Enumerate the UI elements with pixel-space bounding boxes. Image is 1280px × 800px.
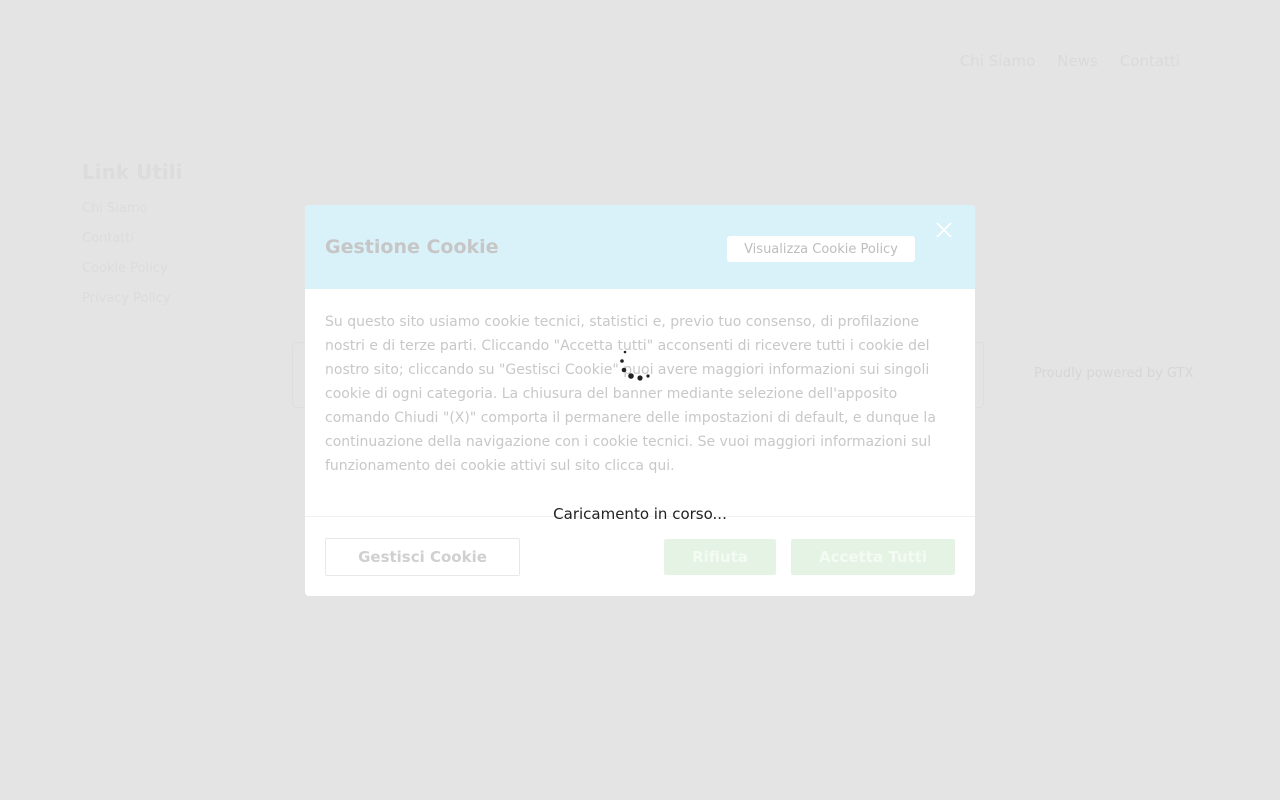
cookie-modal: Gestione Cookie Visualizza Cookie Policy…: [305, 205, 975, 596]
useful-link-contatti[interactable]: Contatti: [82, 224, 182, 254]
view-cookie-policy-button[interactable]: Visualizza Cookie Policy: [727, 236, 915, 262]
reject-button[interactable]: Rifiuta: [664, 539, 776, 575]
cookie-modal-header: Gestione Cookie Visualizza Cookie Policy: [305, 205, 975, 289]
powered-by-text: Proudly powered by GTX: [1034, 366, 1194, 381]
cookie-modal-footer: Gestisci Cookie Rifiuta Accetta Tutti: [305, 516, 975, 596]
nav-link-contatti[interactable]: Contatti: [1120, 52, 1180, 70]
accept-all-button[interactable]: Accetta Tutti: [791, 539, 955, 575]
top-nav: Chi Siamo News Contatti: [960, 52, 1180, 70]
useful-link-cookie-policy[interactable]: Cookie Policy: [82, 254, 182, 284]
cookie-modal-body: Su questo sito usiamo cookie tecnici, st…: [325, 314, 936, 474]
useful-link-chi-siamo[interactable]: Chi Siamo: [82, 194, 182, 224]
close-icon[interactable]: [933, 219, 955, 241]
loading-spinner-icon: [612, 346, 658, 386]
nav-link-chi-siamo[interactable]: Chi Siamo: [960, 52, 1036, 70]
manage-cookies-button[interactable]: Gestisci Cookie: [325, 538, 520, 576]
cookie-modal-title: Gestione Cookie: [325, 236, 499, 258]
useful-links-title: Link Utili: [82, 160, 183, 184]
useful-link-privacy-policy[interactable]: Privacy Policy: [82, 284, 182, 314]
loading-text: Caricamento in corso...: [553, 505, 727, 523]
nav-link-news[interactable]: News: [1057, 52, 1098, 70]
useful-links: Link Utili Chi Siamo Contatti Cookie Pol…: [82, 160, 182, 314]
